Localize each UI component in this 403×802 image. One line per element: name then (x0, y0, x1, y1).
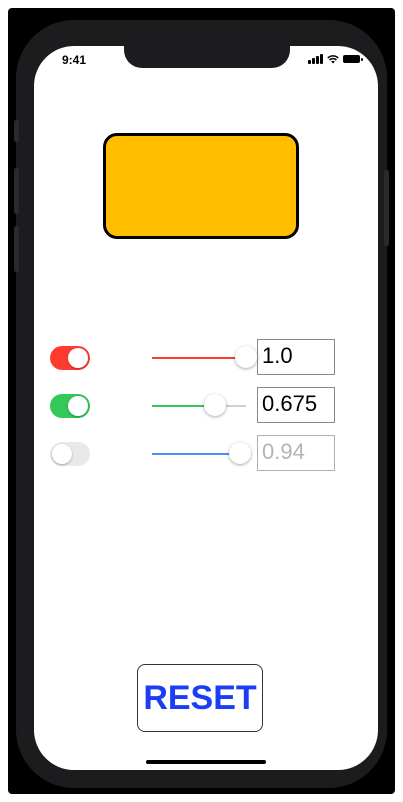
red-toggle[interactable] (50, 346, 90, 370)
channel-row-green: 0.675 (34, 384, 378, 423)
volume-down-button (14, 226, 19, 272)
home-indicator (146, 760, 266, 764)
volume-up-button (14, 168, 19, 214)
app-screen: 9:41 1.0 0.675 0.94 RESET (34, 46, 378, 770)
notch (124, 46, 290, 68)
red-slider[interactable] (152, 346, 257, 368)
green-slider[interactable] (152, 394, 246, 416)
color-preview (103, 133, 299, 239)
device-background: 9:41 1.0 0.675 0.94 RESET (8, 8, 395, 794)
blue-value-field: 0.94 (257, 435, 335, 471)
slider-track-min (152, 453, 241, 455)
battery-icon (343, 55, 363, 63)
toggle-knob (52, 444, 72, 464)
reset-button[interactable]: RESET (137, 664, 263, 732)
blue-slider[interactable] (152, 442, 252, 464)
slider-thumb[interactable] (204, 394, 227, 416)
toggle-knob (68, 348, 88, 368)
green-value-field[interactable]: 0.675 (257, 387, 335, 423)
slider-thumb[interactable] (229, 442, 252, 464)
power-button (384, 170, 389, 246)
cellular-signal-icon (308, 54, 323, 64)
toggle-knob (68, 396, 88, 416)
green-toggle[interactable] (50, 394, 90, 418)
status-time: 9:41 (62, 53, 87, 67)
channel-row-red: 1.0 (34, 336, 378, 375)
red-value-field[interactable]: 1.0 (257, 339, 335, 375)
blue-toggle[interactable] (50, 442, 90, 466)
mute-switch (14, 120, 19, 142)
slider-thumb[interactable] (235, 346, 257, 368)
channel-row-blue: 0.94 (34, 432, 378, 471)
wifi-icon (327, 55, 339, 64)
slider-track-min (152, 357, 246, 359)
status-icons (308, 54, 363, 64)
